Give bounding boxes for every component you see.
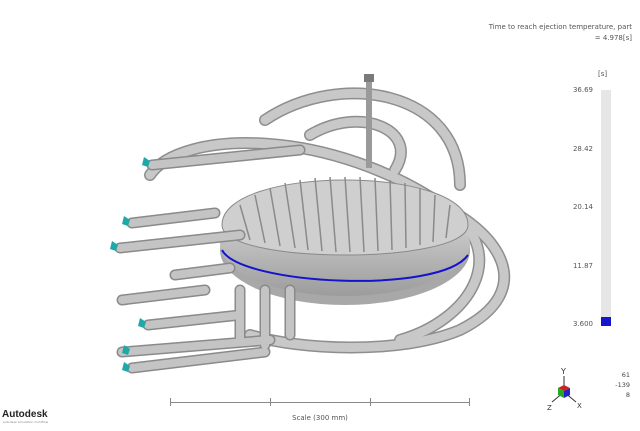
result-name: Time to reach ejection temperature, part [488, 23, 632, 31]
sprue [366, 78, 372, 168]
triad-y-label: Y [560, 367, 566, 376]
scale-tick [270, 398, 271, 406]
result-value: = 4.978[s] [594, 34, 632, 42]
scale-label: Scale (300 mm) [292, 414, 348, 422]
cooling-model-render [110, 74, 511, 374]
legend-unit: [s] [598, 70, 608, 78]
legend-tick: 3.600 [572, 320, 593, 328]
triad-z-label: Z [547, 404, 552, 412]
legend-tick: 36.69 [572, 86, 593, 94]
orientation-triad-icon[interactable]: Y X Z [544, 366, 584, 416]
part-dome [221, 179, 469, 256]
scale-bar [170, 402, 470, 403]
view-coord-z: 8 [625, 391, 630, 399]
scale-tick [170, 398, 171, 406]
coolant-inlet-markers [110, 157, 150, 372]
triad-x-label: X [577, 402, 582, 410]
scale-tick [469, 398, 470, 406]
view-coord-x: 61 [621, 371, 630, 379]
legend-tick: 11.87 [572, 262, 593, 270]
legend-fill [601, 316, 611, 326]
logo-tagline: autodesk simulation moldflow [3, 420, 49, 424]
model-viewport[interactable]: Time to reach ejection temperature, part… [0, 0, 640, 427]
scale-tick [370, 398, 371, 406]
autodesk-logo: Autodesk [2, 409, 48, 420]
legend-color-bar [601, 90, 611, 326]
view-coord-y: -139 [615, 381, 630, 389]
legend-tick: 20.14 [572, 203, 593, 211]
legend-tick: 28.42 [572, 145, 593, 153]
result-title: Time to reach ejection temperature, part… [412, 22, 632, 44]
